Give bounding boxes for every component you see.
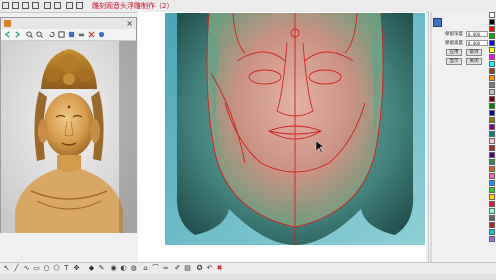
node-icon[interactable]: ◆: [88, 265, 95, 272]
zoom-icon[interactable]: [66, 2, 73, 9]
color-swatch[interactable]: [489, 194, 495, 200]
cube-icon[interactable]: [54, 2, 61, 9]
save-icon[interactable]: [22, 2, 29, 9]
relief-icon[interactable]: ⌂: [142, 265, 149, 272]
curve-icon[interactable]: ∿: [23, 265, 30, 272]
color-swatch[interactable]: [489, 222, 495, 228]
color-swatch[interactable]: [489, 208, 495, 214]
color-swatch[interactable]: [489, 82, 495, 88]
sculpt-icon[interactable]: ⌒: [152, 265, 159, 272]
color-swatch[interactable]: [489, 131, 495, 137]
viewer-toolbar: [1, 29, 136, 41]
color-swatch[interactable]: [489, 110, 495, 116]
show-button[interactable]: 显示: [446, 58, 462, 65]
color-swatch[interactable]: [489, 180, 495, 186]
tool-icon[interactable]: [433, 18, 442, 27]
box-icon[interactable]: ▭: [33, 265, 40, 272]
delete-icon[interactable]: [88, 31, 95, 38]
delete-tool-icon[interactable]: ✖: [216, 265, 223, 272]
color-swatch[interactable]: [489, 96, 495, 102]
color-swatch[interactable]: [489, 89, 495, 95]
relief-face-render: [165, 13, 425, 245]
open-folder-icon[interactable]: [12, 2, 19, 9]
color-swatch[interactable]: [489, 124, 495, 130]
field1-input[interactable]: 0.000: [466, 31, 488, 37]
brush-icon[interactable]: ✐: [174, 265, 181, 272]
color-swatch[interactable]: [489, 159, 495, 165]
color-swatch[interactable]: [489, 40, 495, 46]
render-icon[interactable]: ◍: [130, 265, 137, 272]
fit-icon[interactable]: [58, 31, 65, 38]
color-swatch[interactable]: [489, 103, 495, 109]
text-icon[interactable]: T: [63, 265, 70, 272]
color-swatch[interactable]: [489, 33, 495, 39]
move-icon[interactable]: ✥: [73, 265, 80, 272]
print-icon[interactable]: [32, 2, 39, 9]
color-swatch[interactable]: [489, 47, 495, 53]
color-swatch[interactable]: [489, 12, 495, 18]
new-file-icon[interactable]: [2, 2, 9, 9]
apply-button[interactable]: 应用: [446, 49, 462, 56]
field1-label: 保留深度: [445, 32, 463, 37]
color-swatch[interactable]: [489, 166, 495, 172]
statue-image: [1, 41, 137, 233]
color-palette: [489, 12, 496, 262]
color-swatch[interactable]: [489, 26, 495, 32]
status-bar: [0, 274, 496, 280]
color-swatch[interactable]: [489, 145, 495, 151]
save-image-icon[interactable]: [68, 31, 75, 38]
color-swatch[interactable]: [489, 173, 495, 179]
circle-icon[interactable]: ○: [43, 265, 50, 272]
color-swatch[interactable]: [489, 215, 495, 221]
zoom-out-icon[interactable]: [36, 31, 43, 38]
properties-panel: 保留深度 0.000 保留高度 0.000 应用 取消 显示 关闭: [428, 12, 489, 262]
pointer-icon[interactable]: ↖: [3, 265, 10, 272]
color-swatch[interactable]: [489, 152, 495, 158]
rotate-icon[interactable]: [48, 31, 55, 38]
close-button[interactable]: 关闭: [466, 58, 482, 65]
relief-model-view[interactable]: [165, 13, 425, 245]
color-swatch[interactable]: [489, 68, 495, 74]
color-swatch[interactable]: [489, 19, 495, 25]
polygon-icon[interactable]: ⬠: [53, 265, 60, 272]
shade-icon[interactable]: ◐: [120, 265, 127, 272]
stamp-icon[interactable]: ✪: [196, 265, 203, 272]
field2-input[interactable]: 0.000: [466, 40, 488, 46]
color-swatch[interactable]: [489, 54, 495, 60]
app-title: 雕刻观音头浮雕制作（2）: [92, 2, 174, 10]
color-swatch[interactable]: [489, 229, 495, 235]
image-viewer-window: ×: [0, 17, 137, 233]
edit-node-icon[interactable]: ✎: [98, 265, 105, 272]
undo-icon[interactable]: ↶: [206, 265, 213, 272]
color-swatch[interactable]: [489, 236, 495, 242]
color-swatch[interactable]: [489, 75, 495, 81]
cancel-button[interactable]: 取消: [466, 49, 482, 56]
field2-label: 保留高度: [445, 41, 463, 46]
color-swatch[interactable]: [489, 187, 495, 193]
view-icon[interactable]: [44, 2, 51, 9]
eye-icon[interactable]: ◉: [110, 265, 117, 272]
arrow-right-icon[interactable]: [14, 31, 21, 38]
color-swatch[interactable]: [489, 117, 495, 123]
color-swatch[interactable]: [489, 201, 495, 207]
guanyin-statue-photo: [1, 41, 137, 233]
color-swatch[interactable]: [489, 138, 495, 144]
close-icon[interactable]: ×: [126, 19, 133, 28]
app-icon: [4, 20, 11, 27]
smooth-icon[interactable]: ≈: [162, 265, 169, 272]
zoom-in-icon[interactable]: [26, 31, 33, 38]
panel-scrollbar[interactable]: [430, 12, 432, 262]
settings-icon[interactable]: [76, 2, 83, 9]
layer-icon[interactable]: ▤: [184, 265, 191, 272]
print-image-icon[interactable]: [78, 31, 85, 38]
line-icon[interactable]: ╱: [13, 265, 20, 272]
color-swatch[interactable]: [489, 61, 495, 67]
arrow-left-icon[interactable]: [4, 31, 11, 38]
help-icon[interactable]: [98, 31, 105, 38]
